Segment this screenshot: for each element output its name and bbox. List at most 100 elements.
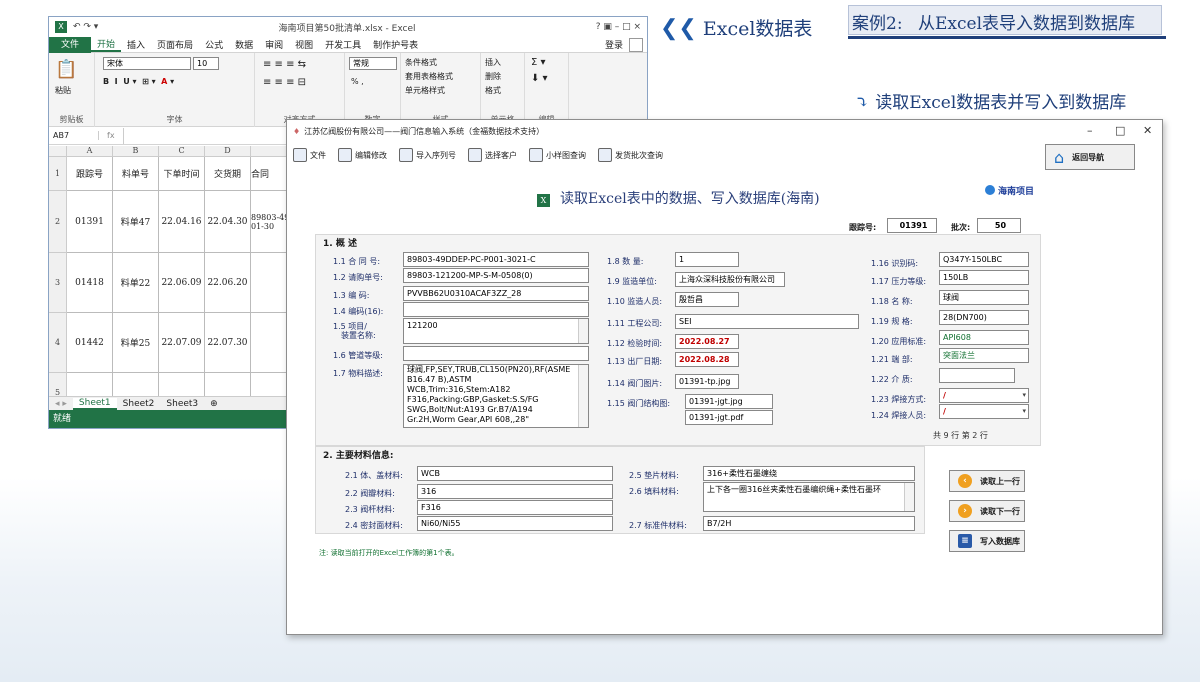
contract-number-field[interactable]: 89803-49DDEP-PC-P001-3021-C [403, 252, 589, 267]
excel-ribbon: 📋 粘贴 剪贴板 宋体 10 B I U ▾ ⊞ ▾ A ▾ 字体 ≡ ≡ ≡ … [49, 53, 647, 127]
tab-file[interactable]: 文件 [49, 36, 92, 53]
scrollbar[interactable] [578, 365, 588, 427]
font-size-select[interactable]: 10 [193, 57, 219, 70]
tab-page-layout[interactable]: 页面布局 [151, 38, 199, 51]
project-logo-icon [985, 185, 995, 195]
sum-icon[interactable]: Σ ▾ [531, 57, 546, 68]
stem-material-field[interactable]: F316 [417, 500, 613, 515]
toolbar-shipment-query[interactable]: 发货批次查询 [598, 148, 663, 162]
close-button[interactable]: ✕ [1143, 124, 1152, 137]
structure-pdf-field[interactable]: 01391-jgt.pdf [685, 410, 773, 425]
section-materials-title: 2. 主要材料信息: [323, 451, 394, 461]
fastener-material-field[interactable]: B7/2H [703, 516, 915, 531]
paste-button[interactable]: 粘贴 [55, 85, 71, 96]
login-link[interactable]: 登录 [599, 38, 629, 51]
tab-developer[interactable]: 开发工具 [319, 38, 367, 51]
align-icons-2[interactable]: ≡ ≡ ≡ ⊟ [263, 77, 306, 88]
table-row[interactable]: 01391 [67, 191, 113, 253]
material-description-field[interactable]: 球阀,FP,SEY,TRUB,CL150(PN20),RF(ASME B16.4… [403, 364, 589, 428]
structure-image-field[interactable]: 01391-jgt.jpg [685, 394, 773, 409]
scrollbar[interactable] [904, 483, 914, 511]
disc-material-field[interactable]: 316 [417, 484, 613, 499]
paste-icon[interactable]: 📋 [55, 59, 77, 80]
toolbar-edit[interactable]: 编辑修改 [338, 148, 387, 162]
pressure-class-field[interactable]: 150LB [939, 270, 1029, 285]
name-field[interactable]: 球阀 [939, 290, 1029, 305]
supervisor-field[interactable]: 殷哲昌 [675, 292, 739, 307]
percent-icons[interactable]: % , [351, 77, 364, 86]
table-row[interactable]: 01418 [67, 253, 113, 313]
add-sheet-icon[interactable]: ⊕ [204, 399, 224, 409]
tab-home[interactable]: 开始 [91, 37, 122, 52]
pipe-grade-field[interactable] [403, 346, 589, 361]
back-nav-button[interactable]: ⌂ 返回导航 [1045, 144, 1135, 170]
header-cell[interactable]: 料单号 [113, 157, 159, 191]
sheet-tab-2[interactable]: Sheet2 [117, 399, 161, 409]
maximize-button[interactable]: □ [1115, 124, 1125, 137]
table-row[interactable]: 01442 [67, 313, 113, 373]
toolbar-file[interactable]: 文件 [293, 148, 326, 162]
standard-field[interactable]: API608 [939, 330, 1029, 345]
factory-date-field[interactable]: 2022.08.28 [675, 352, 739, 367]
format-button[interactable]: 格式 [485, 85, 501, 96]
specification-field[interactable]: 28(DN700) [939, 310, 1029, 325]
inspection-date-field[interactable]: 2022.08.27 [675, 334, 739, 349]
align-icons[interactable]: ≡ ≡ ≡ ⇆ [263, 59, 306, 70]
packing-material-field[interactable]: 上下各一圈316丝夹柔性石墨编织绳+柔性石墨环 [703, 482, 915, 512]
tab-formulas[interactable]: 公式 [199, 38, 229, 51]
write-database-button[interactable]: ≡ 写入数据库 [949, 530, 1025, 552]
delete-button[interactable]: 删除 [485, 71, 501, 82]
header-cell[interactable]: 下单时间 [159, 157, 205, 191]
minimize-button[interactable]: – [1087, 124, 1093, 137]
tab-review[interactable]: 审阅 [259, 38, 289, 51]
valve-image-field[interactable]: 01391-tp.jpg [675, 374, 739, 389]
code16-field[interactable] [403, 302, 589, 317]
welder-select[interactable]: / ▾ [939, 404, 1029, 419]
fx-icon[interactable]: fx [99, 131, 123, 140]
supervision-unit-field[interactable]: 上海众深科技股份有限公司 [675, 272, 785, 287]
medium-field[interactable] [939, 368, 1015, 383]
read-callout: ⤵ 读取Excel数据表并写入到数据库 [855, 93, 1127, 113]
font-name-select[interactable]: 宋体 [103, 57, 191, 70]
sheet-tab-3[interactable]: Sheet3 [160, 399, 204, 409]
folder-icon [293, 148, 307, 162]
purchase-request-field[interactable]: 89803-121200-MP-S-M-0508(0) [403, 268, 589, 283]
font-style-buttons[interactable]: B I U ▾ ⊞ ▾ A ▾ [103, 77, 174, 86]
name-box[interactable]: AB7 [49, 131, 99, 140]
engineering-company-field[interactable]: SEI [675, 314, 859, 329]
body-material-field[interactable]: WCB [417, 466, 613, 481]
end-type-field[interactable]: 突面法兰 [939, 348, 1029, 363]
identification-code-field[interactable]: Q347Y-150LBC [939, 252, 1029, 267]
tab-data[interactable]: 数据 [229, 38, 259, 51]
track-number-field[interactable]: 01391 [887, 218, 937, 233]
sheet-nav-icon[interactable]: ◂ ▸ [49, 399, 73, 409]
project-name-field[interactable]: 121200 [403, 318, 589, 344]
cell-style-button[interactable]: 单元格样式 [405, 85, 445, 96]
welding-method-select[interactable]: / ▾ [939, 388, 1029, 403]
toolbar-import-serial[interactable]: 导入序列号 [399, 148, 456, 162]
header-cell[interactable]: 交货期 [205, 157, 251, 191]
insert-button[interactable]: 插入 [485, 57, 501, 68]
header-cell[interactable]: 跟踪号 [67, 157, 113, 191]
scrollbar[interactable] [578, 319, 588, 343]
quantity-field[interactable]: 1 [675, 252, 739, 267]
code-field[interactable]: PVVBB62U0310ACAF3ZZ_28 [403, 286, 589, 301]
table-format-button[interactable]: 套用表格格式 [405, 71, 453, 82]
window-controls[interactable]: ? ▣ – □ × [596, 22, 641, 32]
seal-material-field[interactable]: Ni60/Ni55 [417, 516, 613, 531]
cond-format-button[interactable]: 条件格式 [405, 57, 437, 68]
batch-field[interactable]: 50 [977, 218, 1021, 233]
read-previous-row-button[interactable]: ‹ 读取上一行 [949, 470, 1025, 492]
toolbar-select-customer[interactable]: 选择客户 [468, 148, 517, 162]
tab-view[interactable]: 视图 [289, 38, 319, 51]
tab-insert[interactable]: 插入 [121, 38, 151, 51]
quick-access-icons[interactable]: ↶ ↷ ▾ [73, 22, 98, 32]
number-format-select[interactable]: 常规 [349, 57, 397, 70]
fill-icon[interactable]: ⬇ ▾ [531, 73, 548, 84]
gasket-material-field[interactable]: 316+柔性石墨缠绕 [703, 466, 915, 481]
avatar[interactable] [629, 37, 643, 52]
tab-custom[interactable]: 制作护号表 [367, 38, 424, 51]
read-next-row-button[interactable]: › 读取下一行 [949, 500, 1025, 522]
toolbar-sample-query[interactable]: 小样图查询 [529, 148, 586, 162]
sheet-tab-1[interactable]: Sheet1 [72, 397, 117, 410]
